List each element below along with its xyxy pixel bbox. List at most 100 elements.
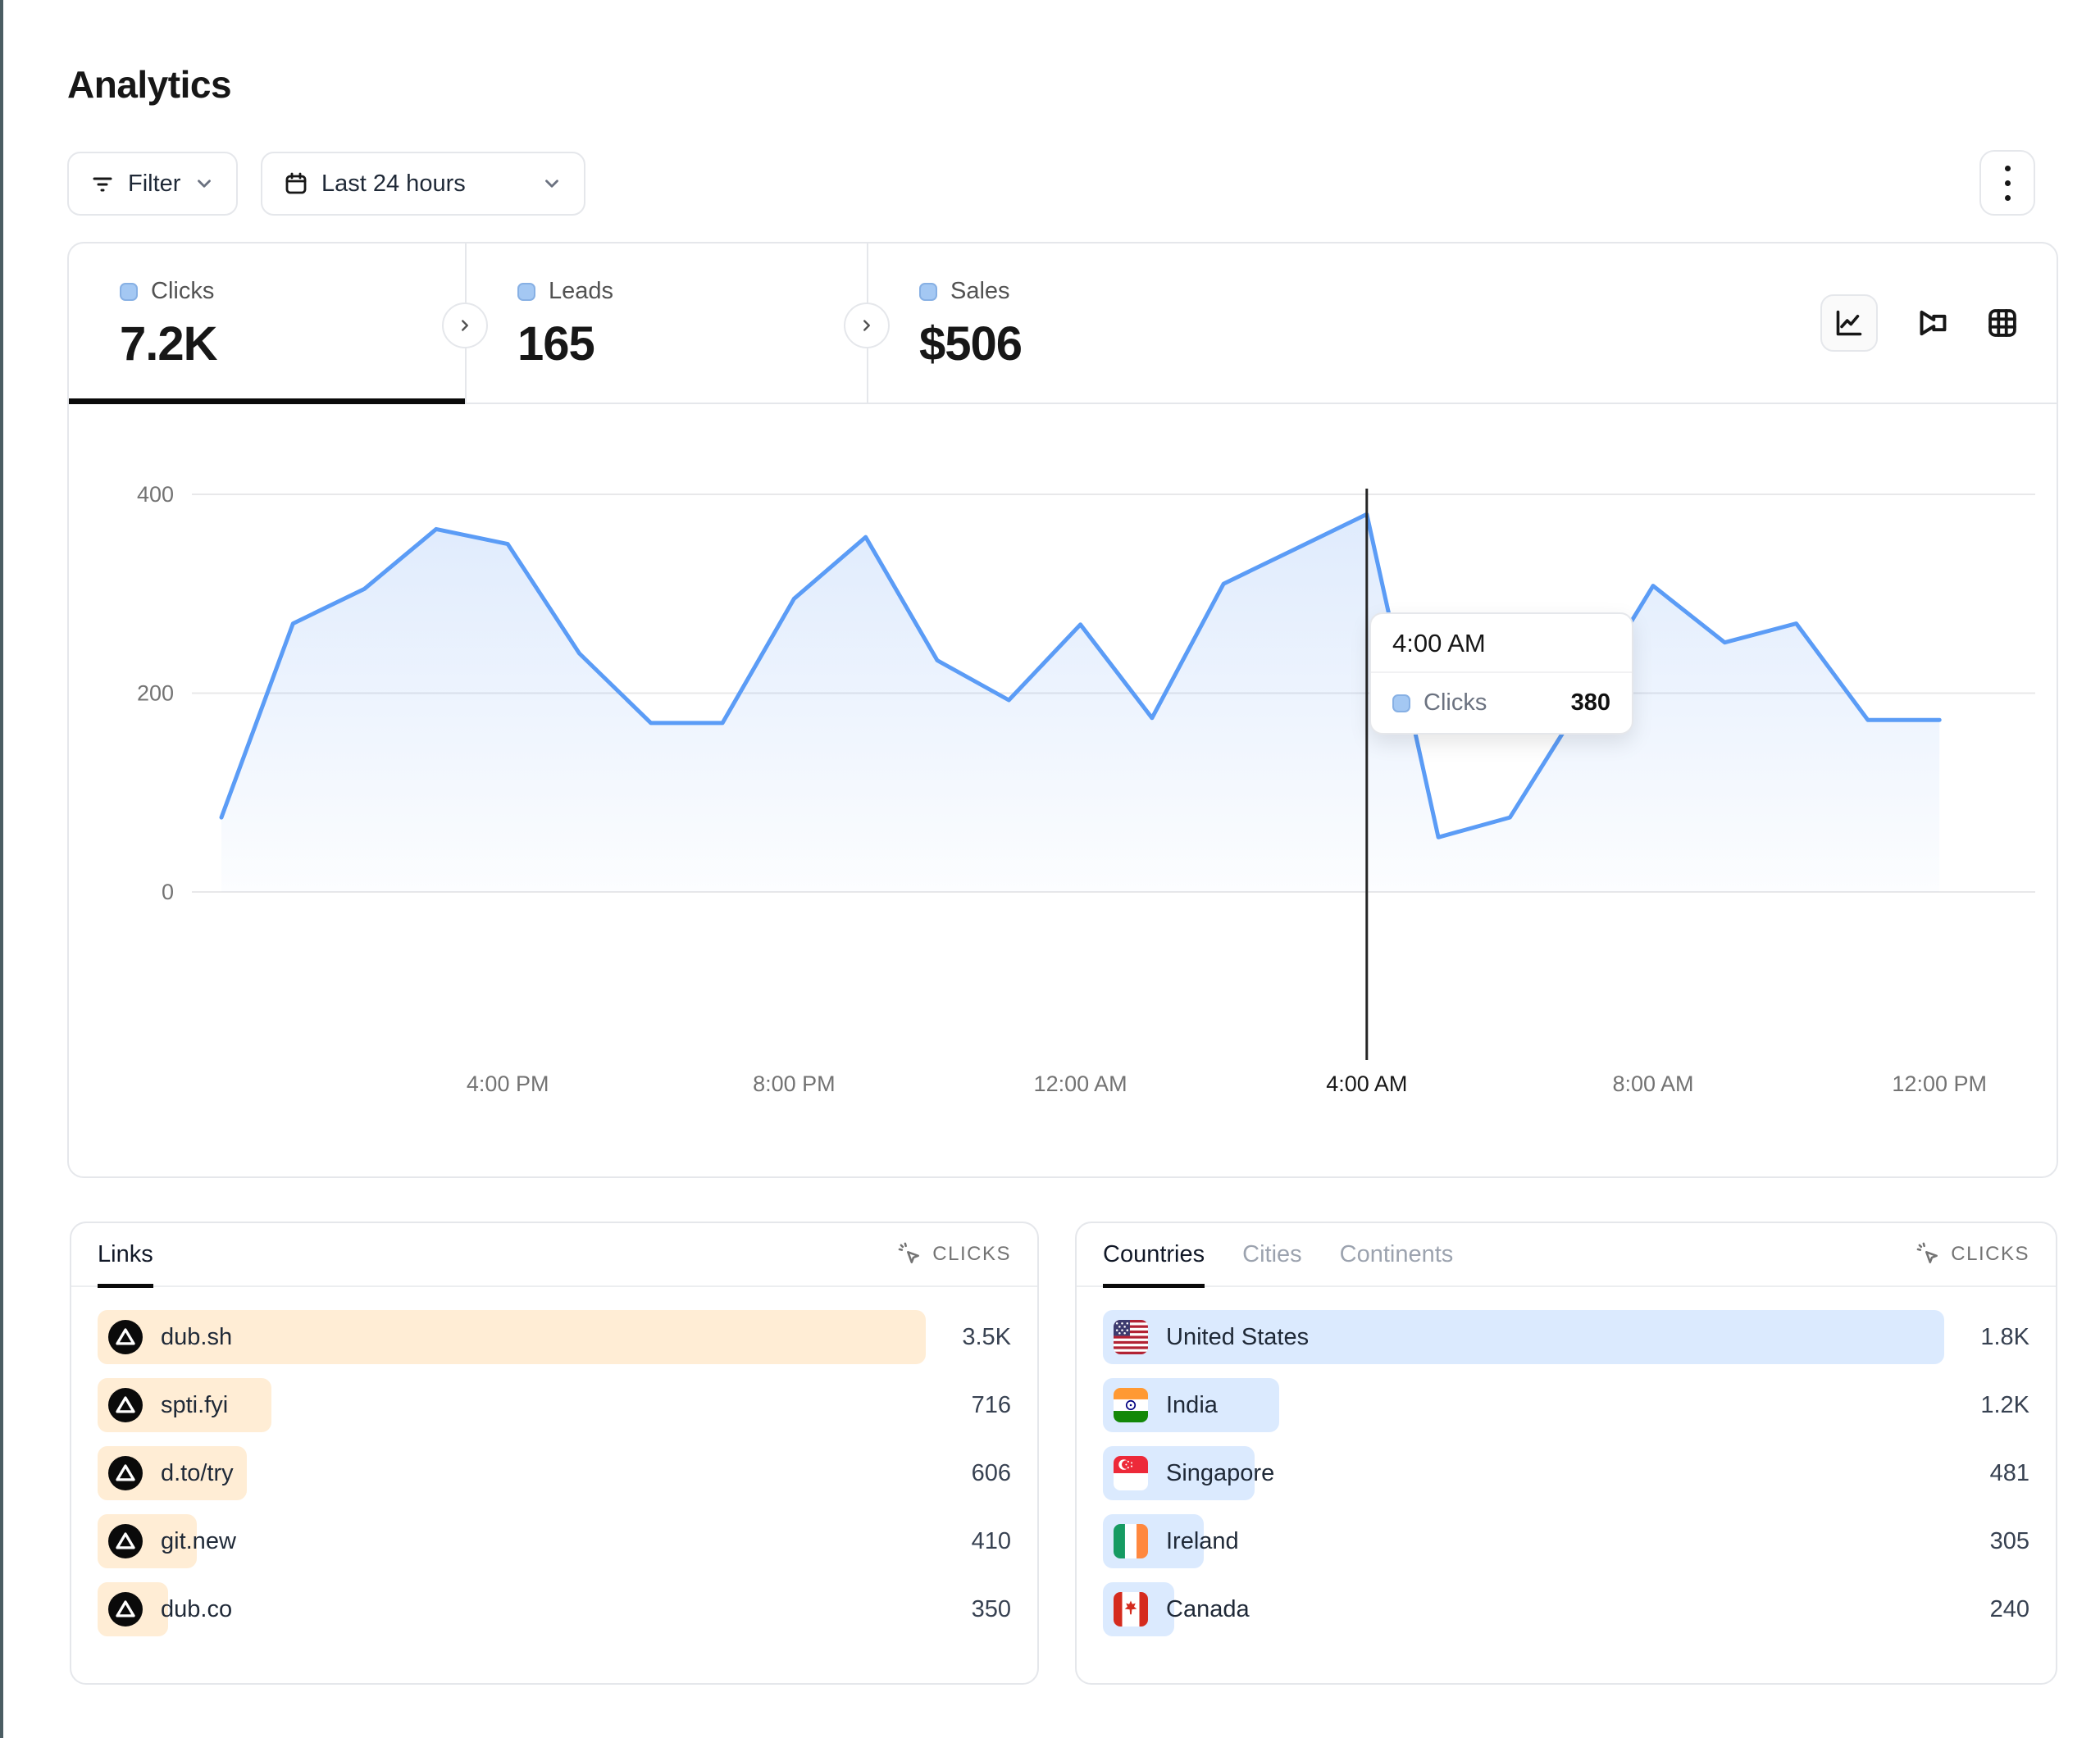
line-chart-view-button[interactable] — [1820, 294, 1878, 352]
row-label: Canada — [1166, 1596, 1250, 1623]
table-view-button[interactable] — [1984, 305, 2020, 341]
dub-logo-icon — [108, 1388, 143, 1422]
row-label: United States — [1166, 1324, 1309, 1351]
row-content: dub.co — [98, 1592, 232, 1627]
row-value: 240 — [1990, 1596, 2029, 1623]
countries-panel: Countries Cities Continents CLICKS United … — [1075, 1222, 2057, 1685]
dub-logo-icon — [108, 1524, 143, 1558]
chevron-down-icon — [541, 173, 563, 194]
filter-button-label: Filter — [128, 171, 180, 198]
area-chart-svg: 02004004:00 PM8:00 PM12:00 AM4:00 AM8:00… — [69, 404, 2060, 1178]
clicks-legend-square — [120, 283, 138, 301]
row-label: dub.co — [161, 1596, 232, 1623]
cursor-click-icon — [1916, 1242, 1941, 1267]
tab-label: Cities — [1242, 1241, 1302, 1268]
date-range-button[interactable]: Last 24 hours — [261, 152, 585, 216]
stat-tab-sales[interactable]: Sales $506 — [868, 243, 1120, 403]
row-value: 606 — [972, 1460, 1011, 1487]
countries-panel-header: Countries Cities Continents CLICKS — [1077, 1223, 2056, 1287]
stat-label-row: Leads — [517, 278, 867, 305]
flag-sg-icon — [1114, 1456, 1148, 1490]
more-options-button[interactable] — [1979, 150, 2035, 216]
row-label: d.to/try — [161, 1460, 234, 1487]
list-item-dub-co[interactable]: dub.co350 — [98, 1582, 1011, 1636]
chevron-down-icon — [194, 173, 215, 194]
row-value: 481 — [1990, 1460, 2029, 1487]
tab-links[interactable]: Links — [98, 1222, 153, 1286]
countries-list: United States 1.8K India1.2K Singapore 481 Ir… — [1077, 1287, 2056, 1636]
stat-label-row: Sales — [919, 278, 1022, 305]
list-item-united-states[interactable]: United States 1.8K — [1103, 1310, 2029, 1364]
tab-countries[interactable]: Countries — [1103, 1222, 1205, 1286]
row-content: United States — [1103, 1320, 1309, 1354]
page-title: Analytics — [67, 62, 231, 107]
line-chart-icon — [1832, 306, 1866, 340]
row-label: git.new — [161, 1528, 236, 1555]
chart-type-icon-group — [1820, 243, 2057, 403]
row-label: dub.sh — [161, 1324, 232, 1351]
list-item-spti-fyi[interactable]: spti.fyi 716 — [98, 1378, 1011, 1432]
list-item-ireland[interactable]: Ireland 305 — [1103, 1514, 2029, 1568]
sales-legend-square — [919, 283, 937, 301]
links-metric-selector[interactable]: CLICKS — [898, 1242, 1011, 1267]
list-item-dub-sh[interactable]: dub.sh 3.5K — [98, 1310, 1011, 1364]
x-axis-tick: 8:00 PM — [753, 1071, 836, 1096]
tooltip-time: 4:00 AM — [1371, 614, 1632, 673]
stat-label: Leads — [549, 278, 613, 305]
cursor-click-icon — [898, 1242, 922, 1267]
row-content: git.new — [98, 1524, 236, 1558]
row-value: 716 — [972, 1392, 1011, 1419]
row-content: Canada — [1103, 1592, 1250, 1627]
row-label: Ireland — [1166, 1528, 1239, 1555]
dub-logo-icon — [108, 1456, 143, 1490]
clicks-chart[interactable]: 02004004:00 PM8:00 PM12:00 AM4:00 AM8:00… — [69, 404, 2060, 1178]
tooltip-row: Clicks 380 — [1371, 673, 1632, 733]
area-fill — [221, 514, 1939, 892]
analytics-card: Clicks7.2KLeads165Sales$506 02004004:00 … — [67, 242, 2058, 1178]
links-metric-label: CLICKS — [932, 1243, 1011, 1266]
row-value: 305 — [1990, 1528, 2029, 1555]
countries-metric-label: CLICKS — [1951, 1243, 2029, 1266]
row-content: Ireland — [1103, 1524, 1239, 1558]
tab-label: Countries — [1103, 1241, 1205, 1268]
stat-value: 165 — [517, 316, 867, 371]
list-item-d-to-try[interactable]: d.to/try 606 — [98, 1446, 1011, 1500]
row-content: dub.sh — [98, 1320, 232, 1354]
row-content: India — [1103, 1388, 1218, 1422]
tab-links-label: Links — [98, 1241, 153, 1268]
x-axis-tick: 4:00 AM — [1326, 1071, 1407, 1096]
row-label: spti.fyi — [161, 1392, 228, 1419]
row-value: 1.8K — [1980, 1324, 2029, 1351]
tab-continents[interactable]: Continents — [1340, 1222, 1454, 1286]
stat-tab-clicks[interactable]: Clicks7.2K — [69, 243, 465, 403]
list-item-india[interactable]: India1.2K — [1103, 1378, 2029, 1432]
stat-tab-leads[interactable]: Leads 165 — [467, 243, 867, 403]
row-content: spti.fyi — [98, 1388, 228, 1422]
row-label: Singapore — [1166, 1460, 1274, 1487]
y-axis-tick: 200 — [137, 681, 174, 706]
stat-label-row: Clicks — [120, 278, 465, 305]
x-axis-tick: 4:00 PM — [467, 1071, 549, 1096]
funnel-view-button[interactable] — [1912, 304, 1950, 342]
countries-metric-selector[interactable]: CLICKS — [1916, 1242, 2029, 1267]
kebab-dot — [2005, 195, 2011, 201]
links-list: dub.sh 3.5K spti.fyi 716 d.to/try 606 git.new4… — [71, 1287, 1037, 1636]
row-content: d.to/try — [98, 1456, 234, 1490]
clicks-legend-square — [1392, 694, 1410, 712]
links-panel-header: Links CLICKS — [71, 1223, 1037, 1287]
filter-button[interactable]: Filter — [67, 152, 238, 216]
kebab-dot — [2005, 180, 2011, 186]
list-item-singapore[interactable]: Singapore 481 — [1103, 1446, 2029, 1500]
dub-logo-icon — [108, 1320, 143, 1354]
calendar-icon — [284, 171, 308, 196]
row-label: India — [1166, 1392, 1218, 1419]
flag-in-icon — [1114, 1388, 1148, 1422]
funnel-icon — [1912, 304, 1950, 342]
flag-us-icon — [1114, 1320, 1148, 1354]
row-value: 3.5K — [962, 1324, 1011, 1351]
stat-value: $506 — [919, 316, 1022, 371]
x-axis-tick: 8:00 AM — [1612, 1071, 1693, 1096]
tab-cities[interactable]: Cities — [1242, 1222, 1302, 1286]
list-item-git-new[interactable]: git.new410 — [98, 1514, 1011, 1568]
list-item-canada[interactable]: Canada 240 — [1103, 1582, 2029, 1636]
